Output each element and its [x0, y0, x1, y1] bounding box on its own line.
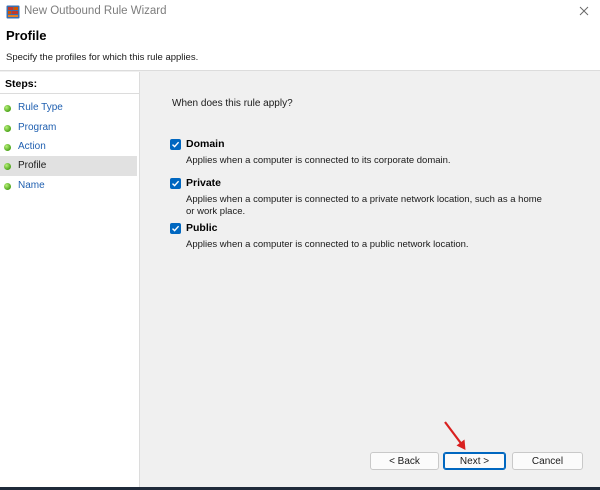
- step-label: Name: [18, 180, 45, 191]
- question-text: When does this rule apply?: [172, 98, 293, 109]
- page-subtitle: Specify the profiles for which this rule…: [6, 52, 199, 63]
- public-label[interactable]: Public: [186, 222, 218, 234]
- step-label: Action: [18, 141, 46, 152]
- window-title: New Outbound Rule Wizard: [24, 5, 167, 17]
- private-label[interactable]: Private: [186, 177, 221, 189]
- domain-checkbox[interactable]: [170, 139, 181, 150]
- step-status-dot-icon: [4, 144, 11, 151]
- step-profile[interactable]: Profile: [0, 156, 137, 176]
- public-description: Applies when a computer is connected to …: [186, 239, 469, 250]
- steps-heading: Steps:: [0, 78, 139, 94]
- close-icon: [579, 6, 589, 16]
- step-status-dot-icon: [4, 183, 11, 190]
- wizard-window: New Outbound Rule Wizard Profile Specify…: [0, 0, 600, 487]
- private-description-line2: or work place.: [186, 206, 246, 217]
- step-action[interactable]: Action: [0, 137, 137, 157]
- step-rule-type[interactable]: Rule Type: [0, 98, 137, 118]
- step-name[interactable]: Name: [0, 176, 137, 196]
- private-checkbox[interactable]: [170, 178, 181, 189]
- main-content: When does this rule apply? Domain Applie…: [141, 72, 600, 487]
- step-status-dot-icon: [4, 163, 11, 170]
- step-program[interactable]: Program: [0, 118, 137, 138]
- steps-panel: Steps: Rule Type Program Action Profile …: [0, 72, 140, 487]
- title-bar: New Outbound Rule Wizard: [0, 0, 600, 24]
- checkmark-icon: [172, 180, 180, 187]
- step-label: Rule Type: [18, 102, 63, 113]
- checkmark-icon: [172, 141, 180, 148]
- firewall-icon: [6, 5, 20, 19]
- domain-description: Applies when a computer is connected to …: [186, 155, 451, 166]
- step-label: Program: [18, 122, 57, 133]
- step-status-dot-icon: [4, 125, 11, 132]
- public-checkbox[interactable]: [170, 223, 181, 234]
- cancel-button[interactable]: Cancel: [512, 452, 583, 470]
- step-label: Profile: [18, 160, 47, 171]
- private-description-line1: Applies when a computer is connected to …: [186, 194, 542, 205]
- page-title: Profile: [6, 28, 47, 43]
- step-status-dot-icon: [4, 105, 11, 112]
- red-arrow-icon: [444, 421, 466, 450]
- checkmark-icon: [172, 225, 180, 232]
- back-button[interactable]: < Back: [370, 452, 439, 470]
- wizard-header: Profile Specify the profiles for which t…: [0, 24, 600, 71]
- domain-label[interactable]: Domain: [186, 138, 225, 150]
- next-button[interactable]: Next >: [443, 452, 506, 470]
- close-button[interactable]: [574, 2, 594, 20]
